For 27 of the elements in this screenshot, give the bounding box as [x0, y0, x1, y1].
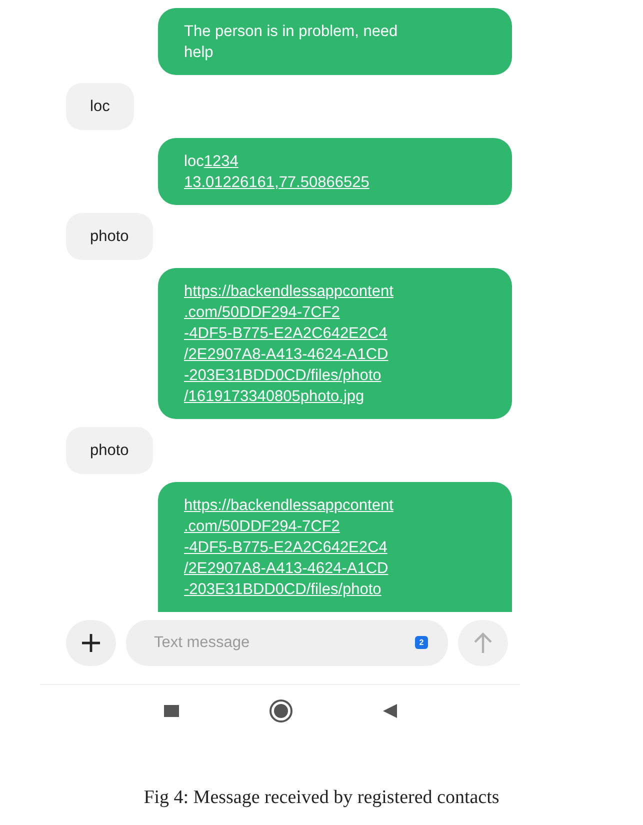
- message-text: photo: [90, 227, 129, 247]
- message-link[interactable]: /1619173340805photo.jpg: [184, 386, 364, 407]
- sim-badge: 2: [415, 636, 428, 649]
- up-arrow-icon: [473, 632, 493, 654]
- message-text: loc: [90, 97, 110, 117]
- message-link[interactable]: .com/50DDF294-7CF2: [184, 516, 340, 537]
- message-link[interactable]: -203E31BDD0CD/files/photo: [184, 579, 382, 600]
- message-link[interactable]: -203E31BDD0CD/files/photo: [184, 365, 382, 386]
- message-link[interactable]: 1234: [204, 151, 238, 172]
- home-icon[interactable]: [268, 698, 292, 722]
- message-link[interactable]: /2E2907A8-A413-4624-A1CD: [184, 344, 388, 365]
- back-icon[interactable]: [382, 704, 396, 718]
- message-link[interactable]: /2E2907A8-A413-4624-A1CD: [184, 558, 388, 579]
- message-text: photo: [90, 441, 129, 461]
- message-link[interactable]: 13.01226161,77.50866525: [184, 172, 370, 193]
- message-link[interactable]: https://backendlessappcontent: [184, 281, 394, 302]
- message-link[interactable]: .com/50DDF294-7CF2: [184, 302, 340, 323]
- message-link[interactable]: -4DF5-B775-E2A2C642E2C4: [184, 323, 388, 344]
- message-link[interactable]: https://backendlessappcontent: [184, 495, 394, 516]
- plus-icon: [81, 633, 101, 653]
- message-text: help: [184, 43, 214, 63]
- recent-apps-icon[interactable]: [164, 704, 178, 716]
- message-text: The person is in problem, need: [184, 22, 398, 42]
- message-link[interactable]: -4DF5-B775-E2A2C642E2C4: [184, 537, 388, 558]
- figure-caption: Fig 4: Message received by registered contacts: [144, 786, 500, 810]
- message-text: loc: [184, 152, 204, 172]
- add-button[interactable]: [66, 620, 116, 666]
